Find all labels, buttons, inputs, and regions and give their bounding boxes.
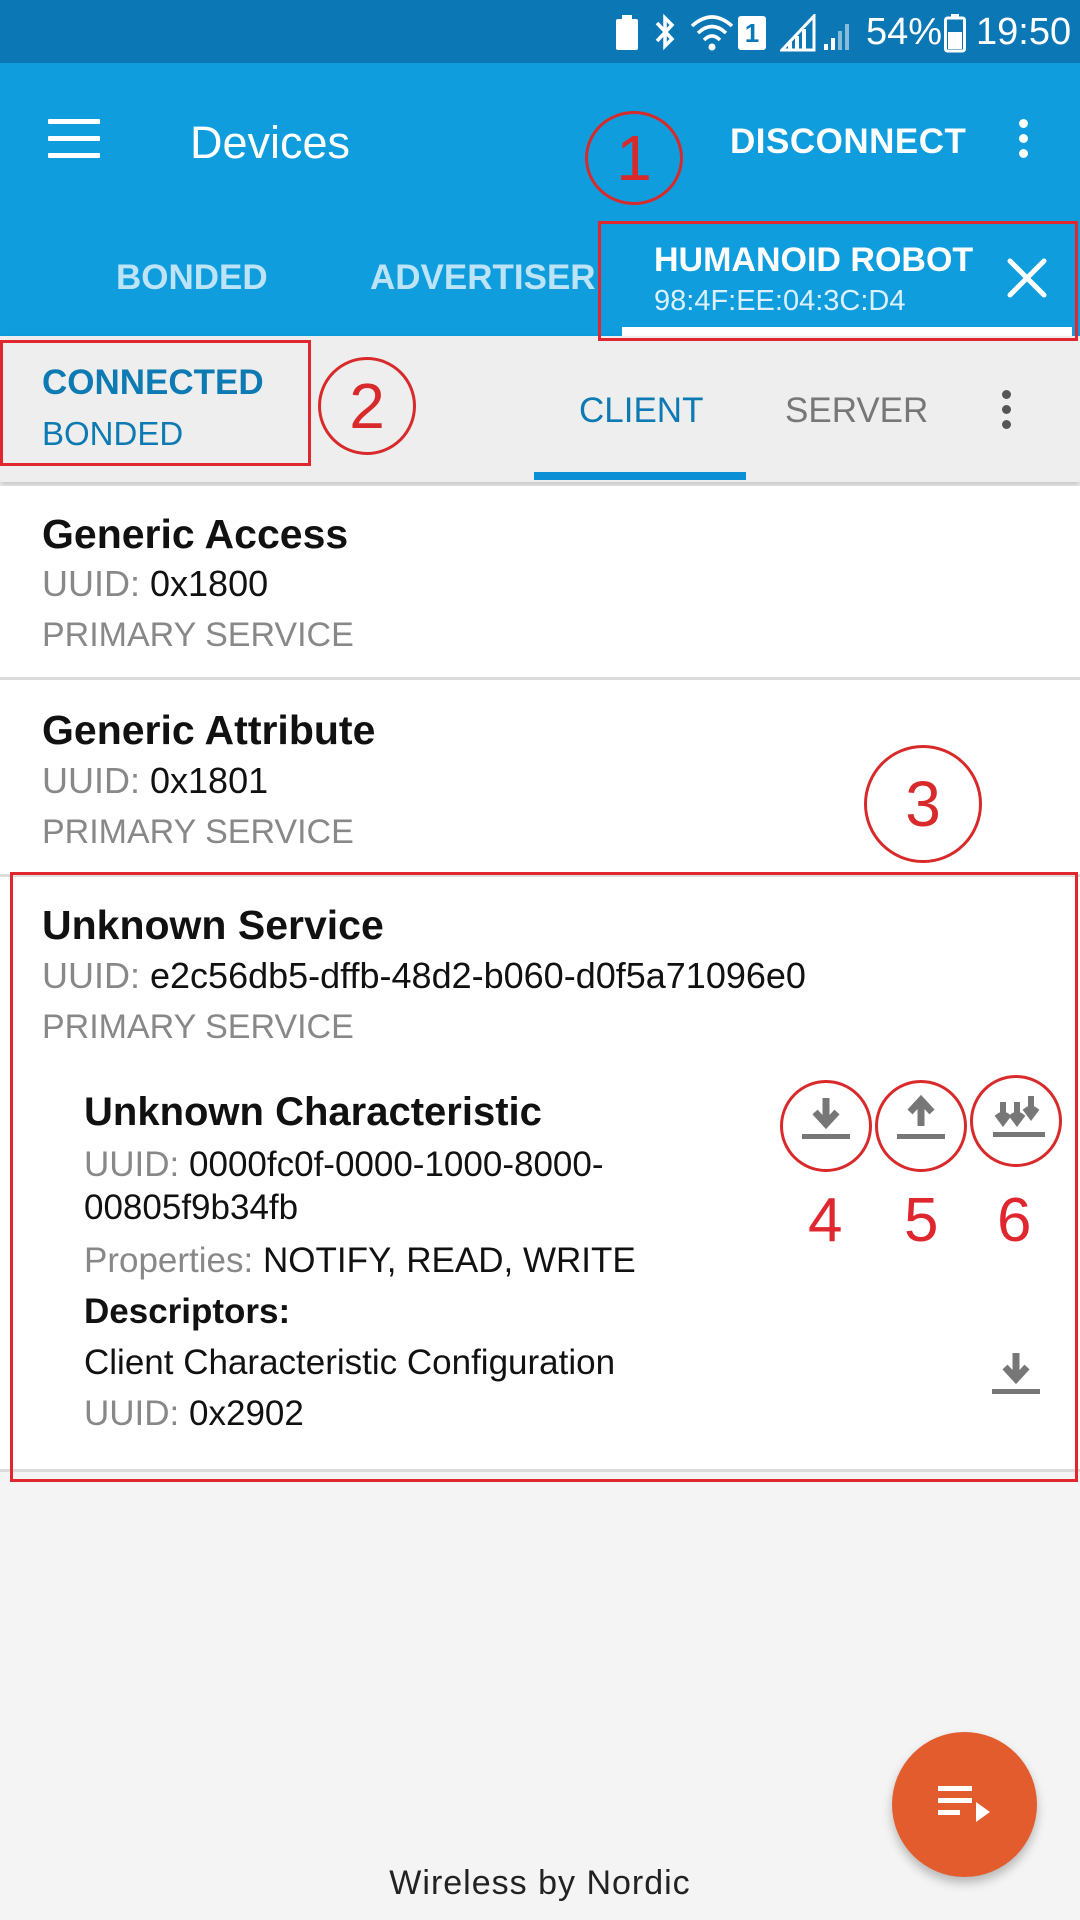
annotation-box-device-tab xyxy=(598,221,1078,341)
annotation-circle-1: 1 xyxy=(585,111,683,205)
signal-2-icon xyxy=(824,24,849,50)
more-options-icon[interactable] xyxy=(992,386,1020,434)
annotation-number-4: 4 xyxy=(808,1186,843,1255)
more-options-icon[interactable] xyxy=(1008,115,1038,163)
bluetooth-icon xyxy=(655,13,675,51)
annotation-circle-6 xyxy=(970,1075,1062,1167)
tab-server[interactable]: SERVER xyxy=(785,388,928,434)
battery-saver-icon xyxy=(616,15,638,50)
sim-badge: 1 xyxy=(738,16,766,50)
disconnect-button[interactable]: DISCONNECT xyxy=(730,117,966,167)
annotation-circle-5 xyxy=(875,1080,967,1172)
page-title: Devices xyxy=(190,117,351,168)
clock: 19:50 xyxy=(976,11,1072,53)
footer-branding: Wireless by Nordic xyxy=(389,1864,691,1902)
log-fab-button[interactable] xyxy=(892,1732,1037,1877)
service-uuid: UUID: 0x1800 xyxy=(42,563,269,604)
tab-bonded[interactable]: BONDED xyxy=(116,253,268,303)
log-list-icon xyxy=(938,1786,990,1822)
wifi-icon xyxy=(690,15,734,51)
battery-icon xyxy=(944,14,966,53)
tab-client[interactable]: CLIENT xyxy=(579,388,703,434)
signal-icon xyxy=(780,14,816,52)
service-uuid: UUID: 0x1801 xyxy=(42,760,269,801)
battery-percent: 54% xyxy=(866,11,943,53)
service-name: Generic Attribute xyxy=(42,707,376,753)
annotation-circle-3: 3 xyxy=(864,745,982,863)
annotation-box-service xyxy=(10,872,1078,1482)
annotation-number-5: 5 xyxy=(904,1186,939,1255)
service-name: Generic Access xyxy=(42,511,349,557)
service-type: PRIMARY SERVICE xyxy=(42,813,354,851)
service-type: PRIMARY SERVICE xyxy=(42,616,354,654)
annotation-circle-4 xyxy=(780,1080,872,1172)
annotation-number-6: 6 xyxy=(997,1186,1032,1255)
client-tab-indicator xyxy=(534,472,746,480)
annotation-box-connection xyxy=(0,340,311,466)
service-item[interactable]: Generic Access UUID: 0x1800 PRIMARY SERV… xyxy=(0,486,1080,677)
tab-advertiser[interactable]: ADVERTISER xyxy=(370,253,596,303)
status-bar: 1 54% 19:50 xyxy=(0,0,1080,63)
menu-icon[interactable] xyxy=(48,119,100,159)
annotation-circle-2: 2 xyxy=(318,357,416,455)
